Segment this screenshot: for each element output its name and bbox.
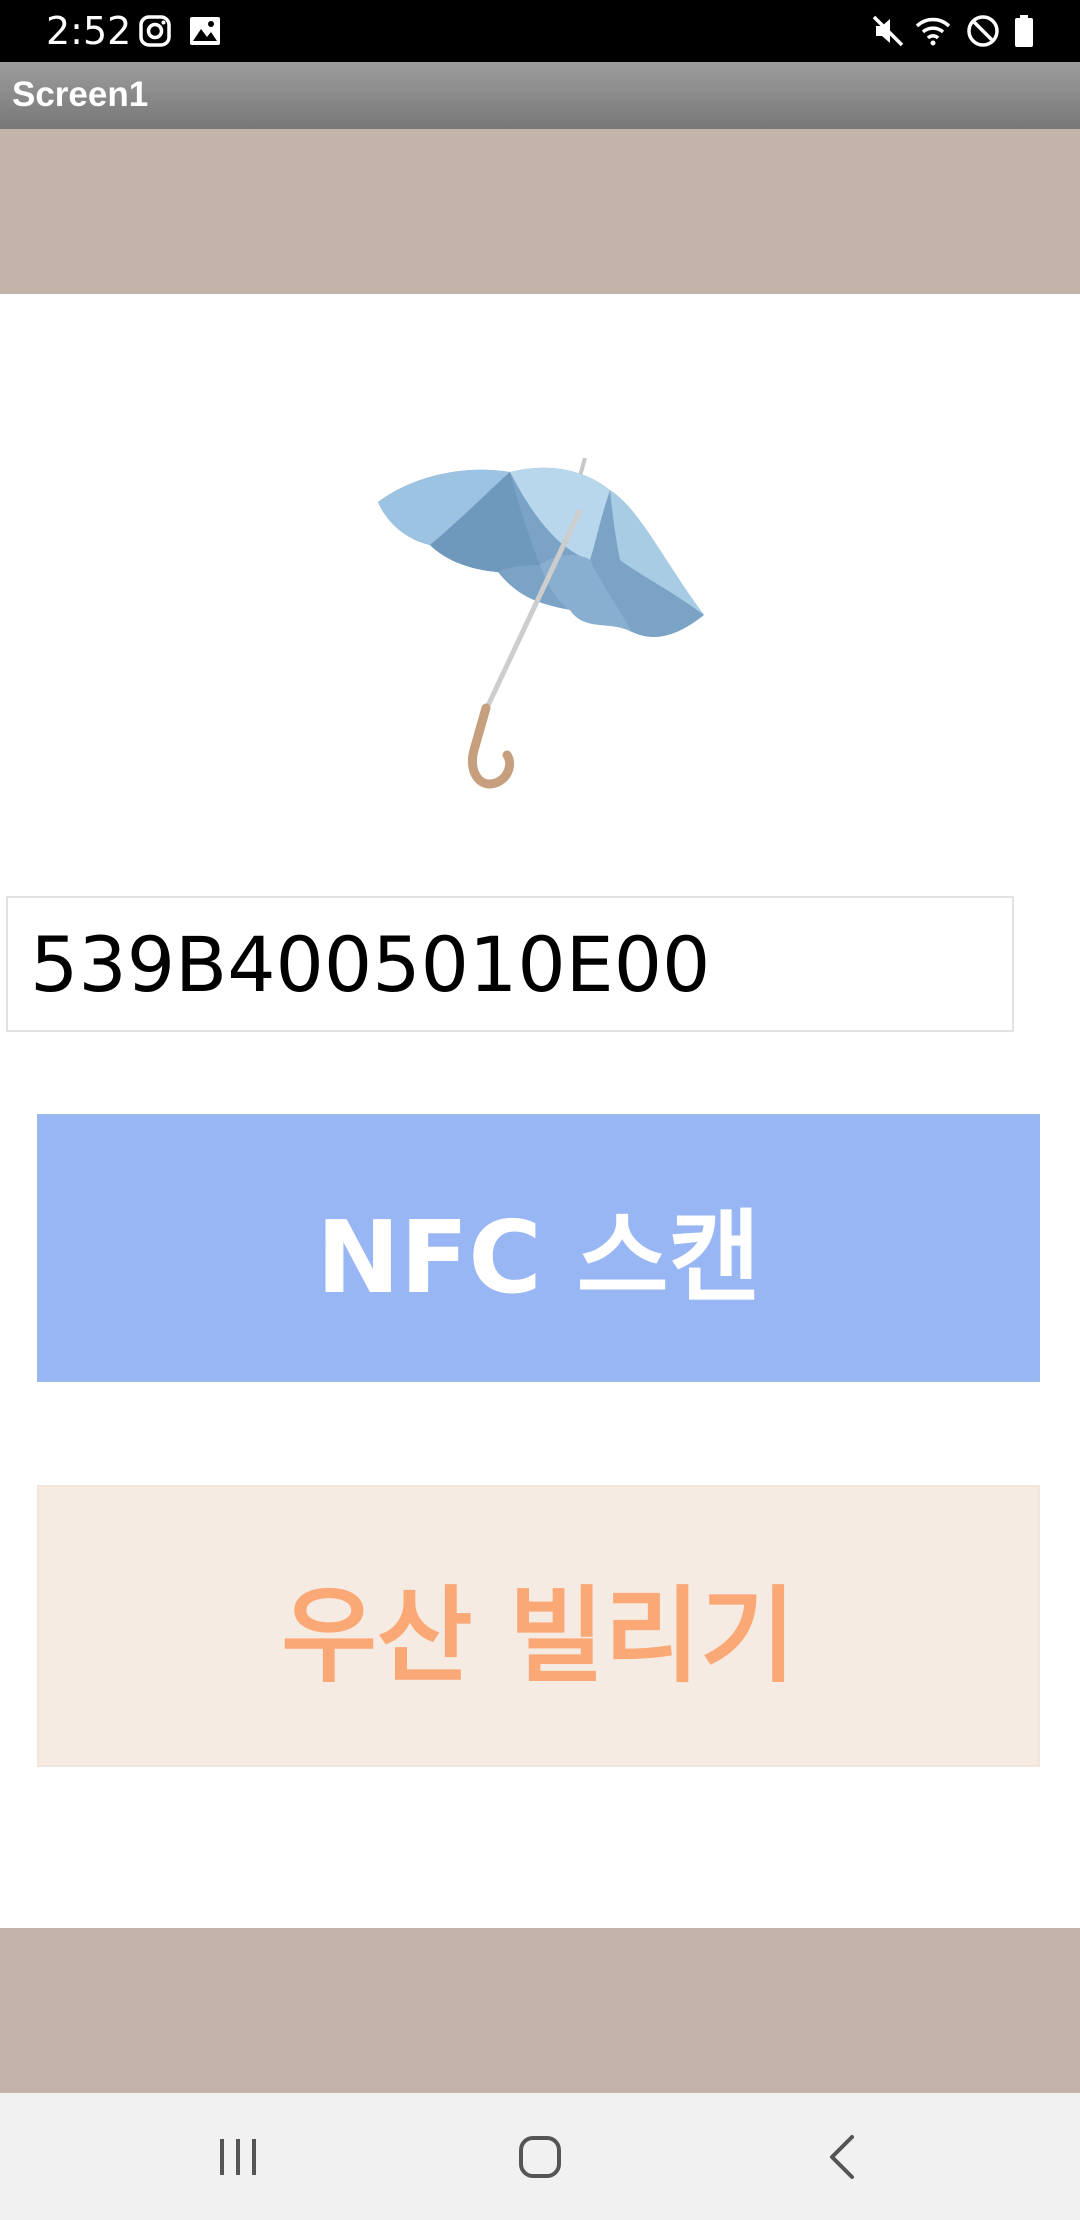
wifi-icon (915, 17, 951, 46)
nfc-scan-button-label: NFC 스캔 (316, 1198, 761, 1316)
navigation-bar (0, 2093, 1080, 2220)
bottom-band (0, 1928, 1080, 2093)
screen-title: Screen1 (12, 75, 149, 114)
instagram-icon (139, 15, 171, 47)
home-icon[interactable] (495, 2113, 585, 2203)
rent-umbrella-button[interactable]: 우산 빌리기 (37, 1485, 1040, 1767)
back-icon[interactable] (797, 2113, 887, 2203)
top-band (0, 129, 1080, 294)
status-bar: 2:52 (0, 0, 1080, 62)
do-not-disturb-icon (967, 15, 999, 47)
status-time: 2:52 (46, 9, 132, 53)
title-bar: Screen1 (0, 62, 1080, 129)
screen: 2:52 Screen1 539B4005010E00 NFC 스캔 우산 빌리… (0, 0, 1080, 2220)
image-icon (190, 17, 220, 45)
nfc-scan-button[interactable]: NFC 스캔 (37, 1114, 1040, 1382)
umbrella-image (378, 457, 704, 789)
battery-icon (1015, 15, 1033, 47)
recent-apps-icon[interactable] (193, 2113, 283, 2203)
mute-icon (872, 15, 904, 47)
nfc-id-field[interactable] (6, 896, 1014, 1032)
rent-umbrella-button-label: 우산 빌리기 (281, 1574, 796, 1697)
